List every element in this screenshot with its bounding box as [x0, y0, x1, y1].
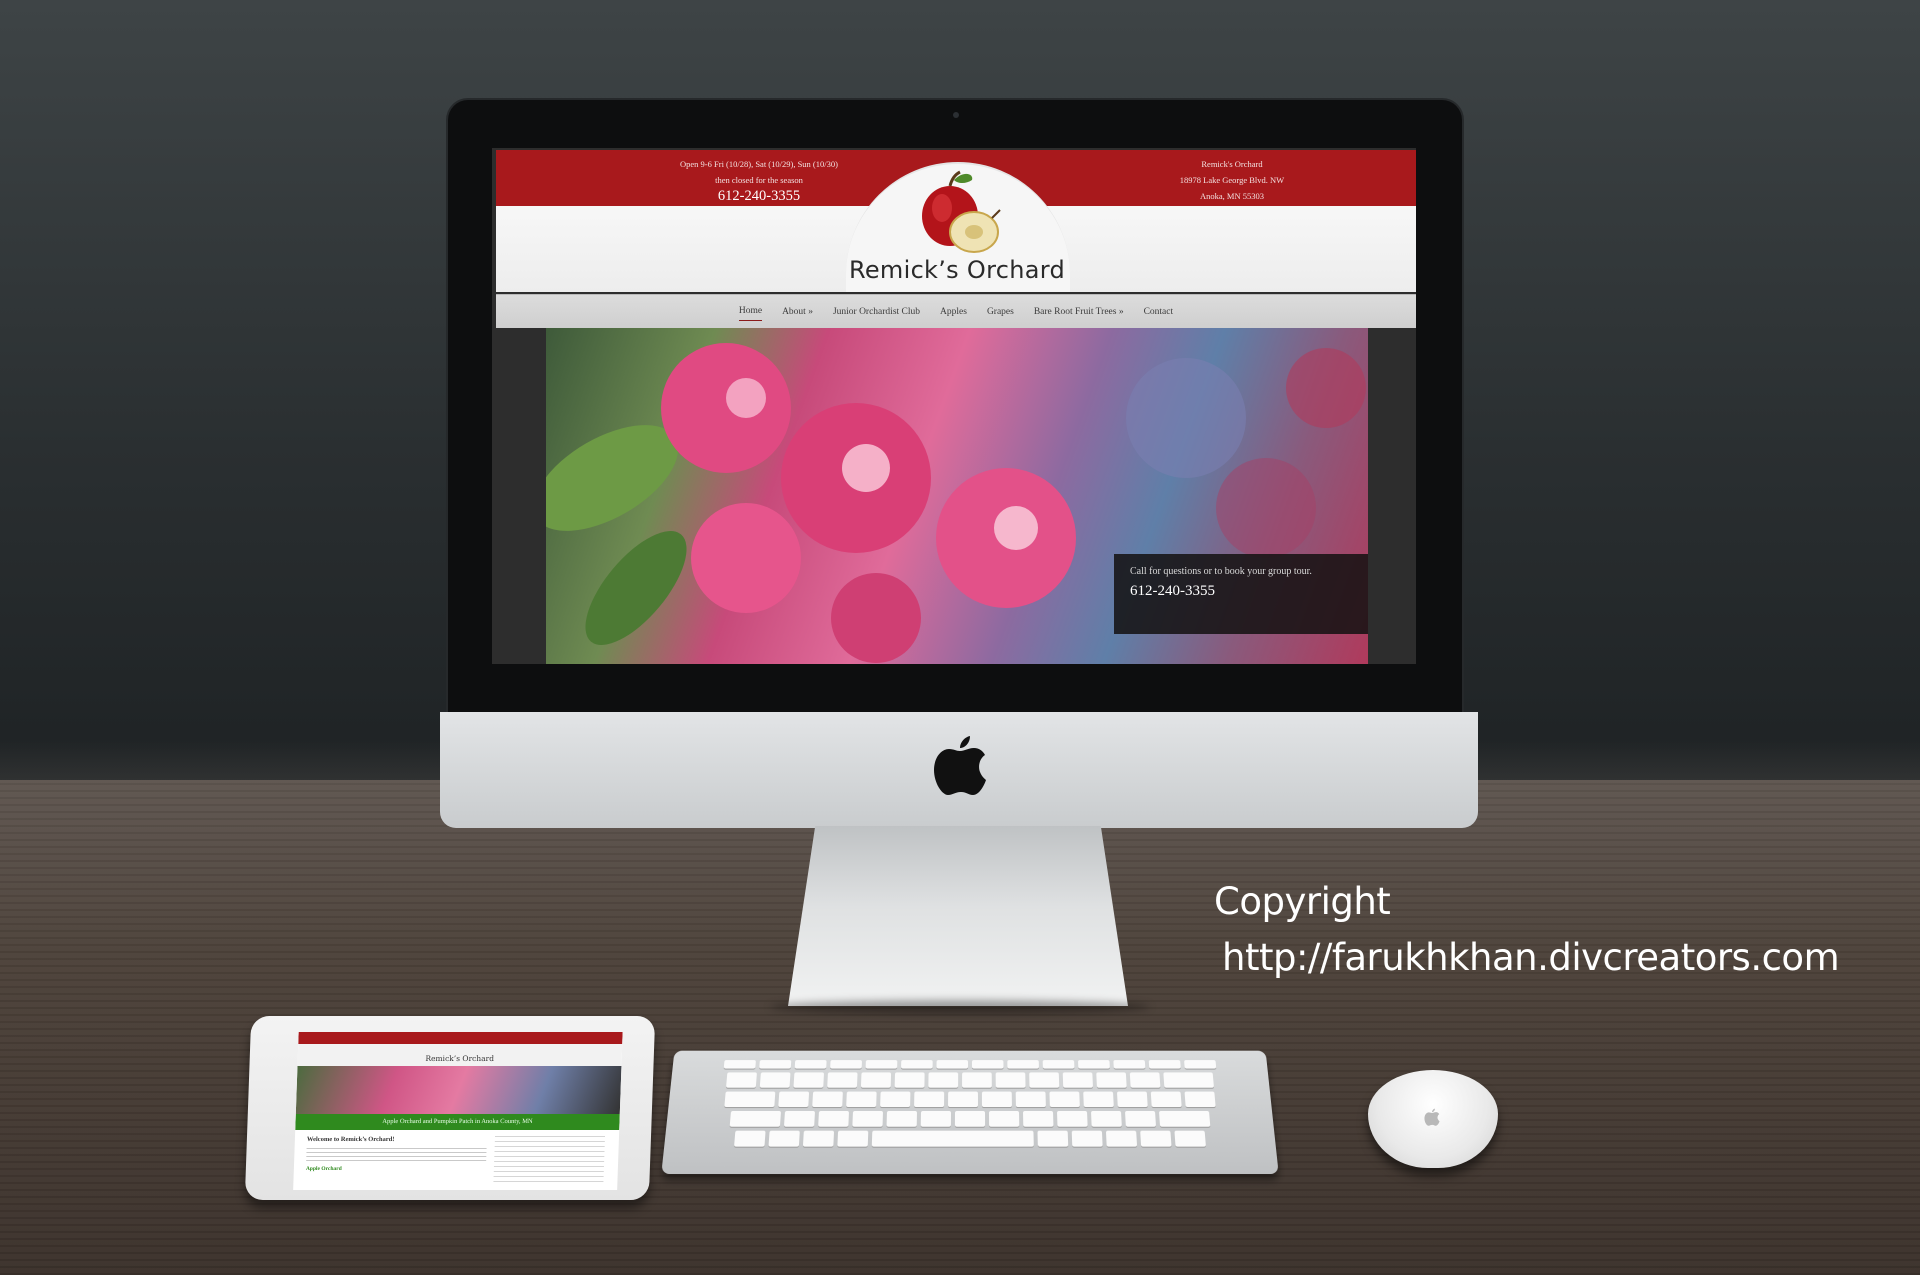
nav-grapes[interactable]: Grapes	[987, 303, 1014, 321]
tablet-topbar	[298, 1032, 623, 1044]
mouse	[1368, 1070, 1498, 1168]
address-street: 18978 Lake George Blvd. NW	[1179, 175, 1285, 185]
address-name: Remick's Orchard	[1201, 159, 1263, 169]
nav-home[interactable]: Home	[738, 302, 763, 321]
keyboard	[661, 1050, 1279, 1174]
tablet-welcome-heading: Welcome to Remick’s Orchard!	[306, 1136, 395, 1143]
nav-contact[interactable]: Contact	[1144, 303, 1174, 321]
hero-cta-text: Call for questions or to book your group…	[1130, 566, 1312, 577]
address-city: Anoka, MN 55303	[1200, 191, 1264, 201]
website-screen: Open 9-6 Fri (10/28), Sat (10/29), Sun (…	[492, 148, 1416, 664]
tablet-green-banner: Apple Orchard and Pumpkin Patch in Anoka…	[295, 1114, 620, 1130]
site-address: Remick's Orchard 18978 Lake George Blvd.…	[1122, 156, 1342, 204]
nav-bare-root-fruit-trees[interactable]: Bare Root Fruit Trees »	[1034, 303, 1124, 321]
tablet-site-title: Remick’s Orchard	[425, 1054, 495, 1063]
copyright-url: http://farukhkhan.divcreators.com	[1222, 936, 1840, 979]
nav-apples[interactable]: Apples	[940, 303, 967, 321]
imac-stand	[788, 826, 1128, 1006]
apple-logo-icon[interactable]	[912, 166, 1008, 258]
nav-about[interactable]: About »	[782, 303, 813, 321]
main-nav: Home About » Junior Orchardist Club Appl…	[496, 294, 1416, 328]
site-title[interactable]: Remick’s Orchard	[822, 256, 1092, 284]
tablet-screen: Remick’s Orchard Apple Orchard and Pumpk…	[293, 1032, 623, 1190]
copyright-label: Copyright	[1214, 880, 1391, 923]
tablet-body-text	[306, 1148, 487, 1164]
stand-shadow	[770, 1000, 1150, 1014]
apple-icon	[1424, 1108, 1440, 1126]
tablet-device: Remick’s Orchard Apple Orchard and Pumpk…	[244, 1016, 656, 1200]
apple-icon	[934, 736, 986, 795]
tablet-hero-image	[295, 1066, 622, 1114]
tablet-subheading: Apple Orchard	[305, 1166, 342, 1172]
hero-image: Call for questions or to book your group…	[546, 328, 1368, 664]
tablet-sidebar	[493, 1136, 606, 1184]
nav-junior-orchardist-club[interactable]: Junior Orchardist Club	[833, 303, 920, 321]
camera-icon	[953, 112, 959, 118]
hero-cta-phone[interactable]: 612-240-3355	[1130, 583, 1354, 600]
hero-cta-box: Call for questions or to book your group…	[1114, 554, 1368, 634]
